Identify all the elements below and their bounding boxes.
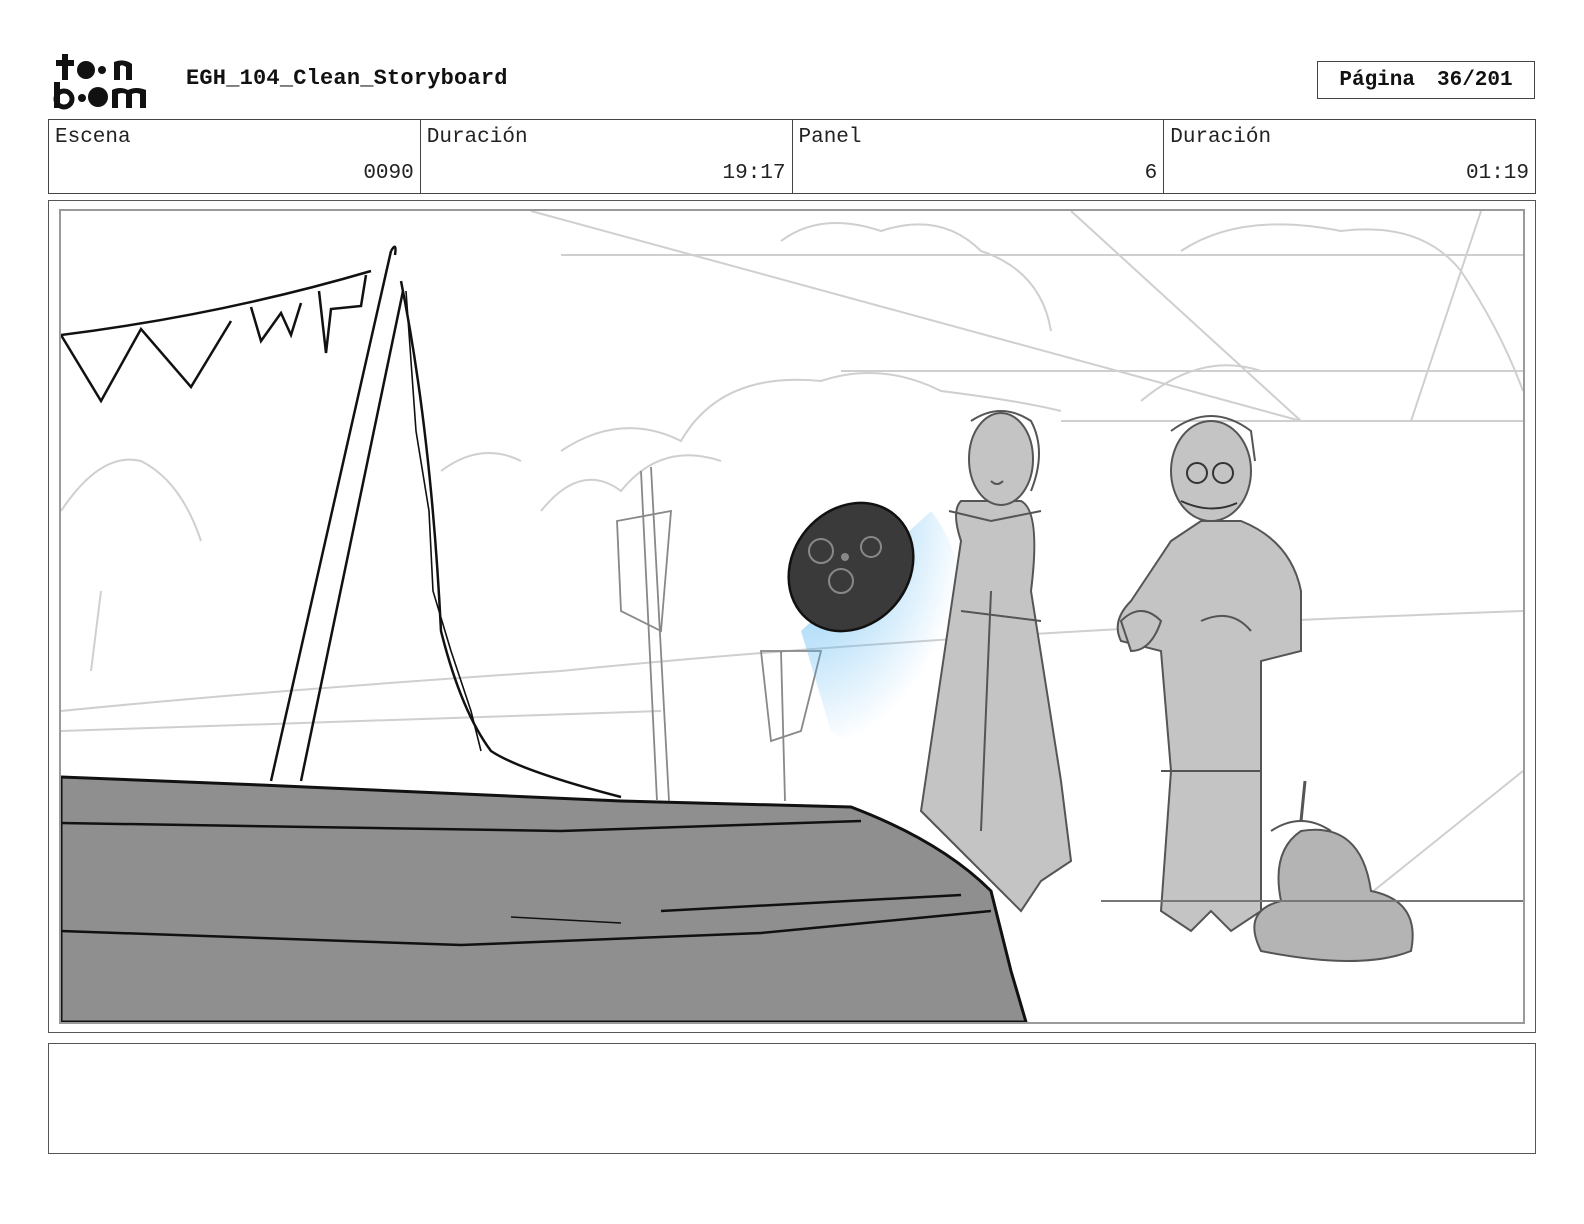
scene-duration-label: Duración: [426, 126, 528, 149]
woman-character: [919, 410, 1073, 913]
boat-hull: [61, 775, 1028, 1022]
page-number: 36/201: [1437, 68, 1513, 92]
scene-cell: Escena 0090: [49, 120, 421, 193]
panel-duration-cell: Duración 01:19: [1164, 120, 1535, 193]
page-label: Página: [1339, 68, 1415, 92]
scene-value: 0090: [363, 162, 414, 185]
scene-duration-value: 19:17: [722, 162, 786, 185]
panel-duration-value: 01:19: [1465, 162, 1529, 185]
panel-drawing-area: [59, 209, 1525, 1024]
scene-info-row: Escena 0090 Duración 19:17 Panel 6 Durac…: [48, 119, 1536, 194]
toonboom-logo: [50, 50, 164, 112]
scene-duration-cell: Duración 19:17: [421, 120, 793, 193]
panel-notes-box: [48, 1043, 1536, 1154]
sack: [1253, 780, 1414, 962]
bunting: [61, 269, 372, 404]
document-title: EGH_104_Clean_Storyboard: [186, 66, 508, 91]
scene-label: Escena: [55, 126, 131, 149]
panel-value: 6: [1144, 162, 1158, 185]
page-indicator: Página 36/201: [1317, 61, 1535, 99]
storyboard-panel: [48, 200, 1536, 1033]
panel-duration-label: Duración: [1170, 126, 1272, 149]
man-character: [1116, 415, 1302, 933]
panel-label: Panel: [798, 126, 862, 149]
background-flags: [616, 466, 823, 802]
storyboard-sketch: [61, 211, 1523, 1022]
panel-cell: Panel 6: [793, 120, 1165, 193]
